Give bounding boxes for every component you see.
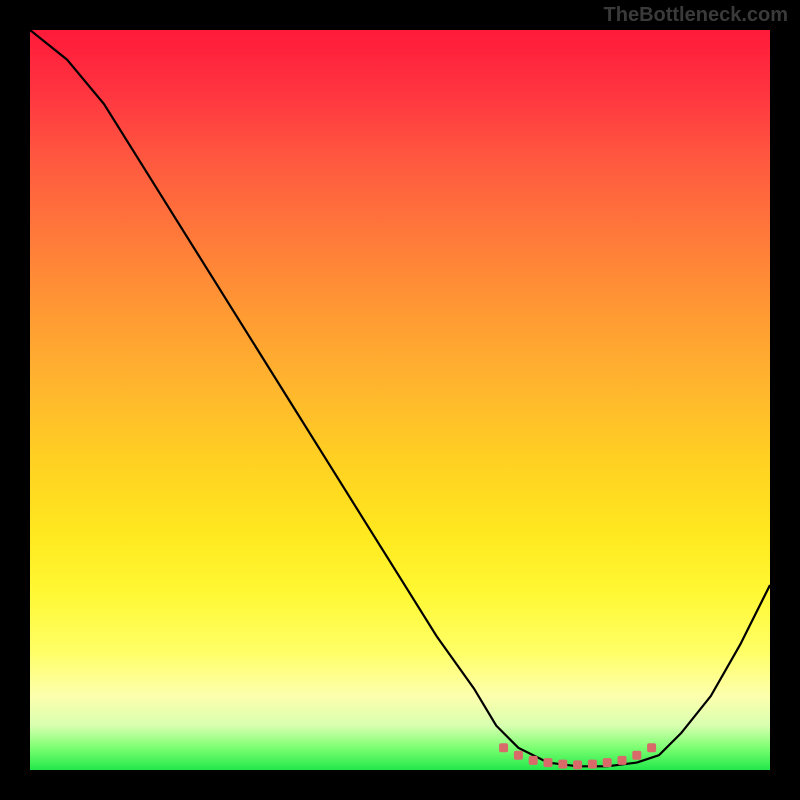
marker-dot xyxy=(558,760,567,769)
marker-dot xyxy=(632,751,641,760)
marker-dot xyxy=(588,760,597,769)
marker-dot xyxy=(499,743,508,752)
marker-dot xyxy=(573,760,582,769)
watermark-text: TheBottleneck.com xyxy=(604,4,788,27)
chart-plot-area xyxy=(30,30,770,770)
marker-dot xyxy=(603,758,612,767)
marker-dot xyxy=(529,756,538,765)
curve-group xyxy=(30,30,770,769)
marker-dot xyxy=(647,743,656,752)
bottleneck-curve-line xyxy=(30,30,770,766)
marker-dot xyxy=(544,758,553,767)
chart-curve-layer xyxy=(30,30,770,770)
optimal-marker-dots xyxy=(499,743,656,769)
marker-dot xyxy=(514,751,523,760)
marker-dot xyxy=(618,756,627,765)
